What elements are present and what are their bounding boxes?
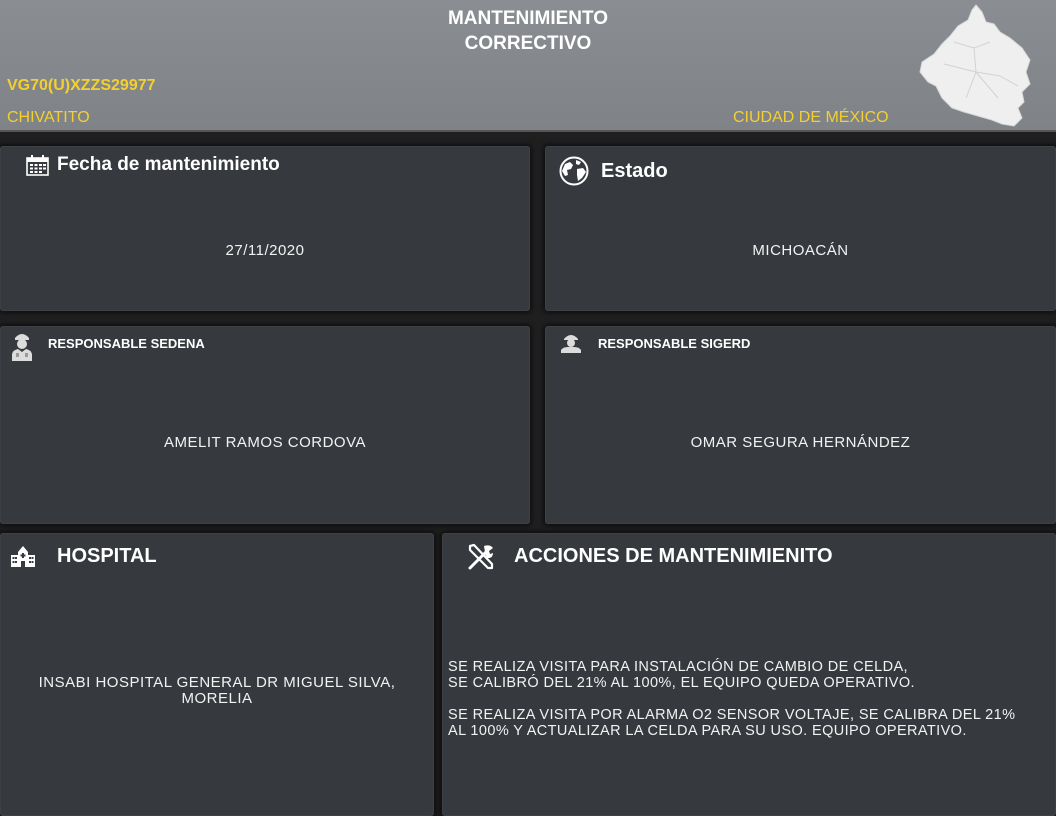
sigerd-label: RESPONSABLE SIGERD [598, 336, 751, 351]
acciones-paragraph-line: SE REALIZA VISITA PARA INSTALACIÓN DE CA… [448, 659, 908, 675]
equipment-serial: VG70(U)XZZS29977 [7, 77, 156, 94]
sedena-value: AMELIT RAMOS CORDOVA [164, 434, 366, 451]
acciones-card: ACCIONES DE MANTENIMIENITO SE REALIZA VI… [442, 533, 1056, 816]
tools-icon [468, 543, 494, 570]
globe-icon [559, 156, 589, 186]
acciones-paragraph-line: AL 100% Y ACTUALIZAR LA CELDA PARA SU US… [448, 723, 967, 739]
fecha-card: Fecha de mantenimiento 27/11/2020 [0, 146, 530, 311]
location-name: CHIVATITO [7, 109, 90, 126]
acciones-label: ACCIONES DE MANTENIMIENITO [514, 545, 833, 567]
cdmx-map-icon [919, 4, 1031, 127]
sedena-label: RESPONSABLE SEDENA [48, 336, 205, 351]
page-title-line1: MANTENIMIENTO [447, 8, 609, 29]
hospital-card: HOSPITAL INSABI HOSPITAL GENERAL DR MIGU… [0, 533, 434, 816]
acciones-paragraph-line: SE CALIBRÓ DEL 21% AL 100%, EL EQUIPO QU… [448, 675, 915, 691]
hospital-value-line2: MORELIA [181, 690, 253, 707]
page-title-line2: CORRECTIVO [464, 33, 592, 54]
hospital-value: INSABI HOSPITAL GENERAL DR MIGUEL SILVA,… [0, 675, 434, 707]
estado-value: MICHOACÁN [752, 242, 849, 259]
person-icon [561, 335, 581, 353]
sedena-card: RESPONSABLE SEDENA AMELIT RAMOS CORDOVA [0, 326, 530, 524]
header-bar: MANTENIMIENTO CORRECTIVO VG70(U)XZZS2997… [0, 0, 1056, 132]
acciones-paragraph-line: SE REALIZA VISITA POR ALARMA O2 SENSOR V… [448, 707, 1016, 723]
calendar-icon [26, 155, 49, 176]
fecha-label: Fecha de mantenimiento [57, 154, 280, 175]
acciones-paragraph: SE REALIZA VISITA POR ALARMA O2 SENSOR V… [448, 707, 1048, 739]
sigerd-value: OMAR SEGURA HERNÁNDEZ [690, 434, 911, 451]
hospital-label: HOSPITAL [57, 545, 157, 567]
estado-label: Estado [601, 160, 668, 182]
acciones-paragraph: SE REALIZA VISITA PARA INSTALACIÓN DE CA… [448, 659, 1048, 691]
hospital-value-line1: INSABI HOSPITAL GENERAL DR MIGUEL SILVA, [38, 674, 396, 691]
soldier-icon [12, 334, 32, 361]
hospital-icon [11, 546, 35, 567]
city-name: CIUDAD DE MÉXICO [733, 109, 889, 126]
estado-card: Estado MICHOACÁN [545, 146, 1056, 311]
page-title: MANTENIMIENTO CORRECTIVO [340, 6, 716, 56]
sigerd-card: RESPONSABLE SIGERD OMAR SEGURA HERNÁNDEZ [545, 326, 1056, 524]
fecha-value: 27/11/2020 [225, 242, 305, 259]
acciones-description: SE REALIZA VISITA PARA INSTALACIÓN DE CA… [448, 659, 1048, 755]
